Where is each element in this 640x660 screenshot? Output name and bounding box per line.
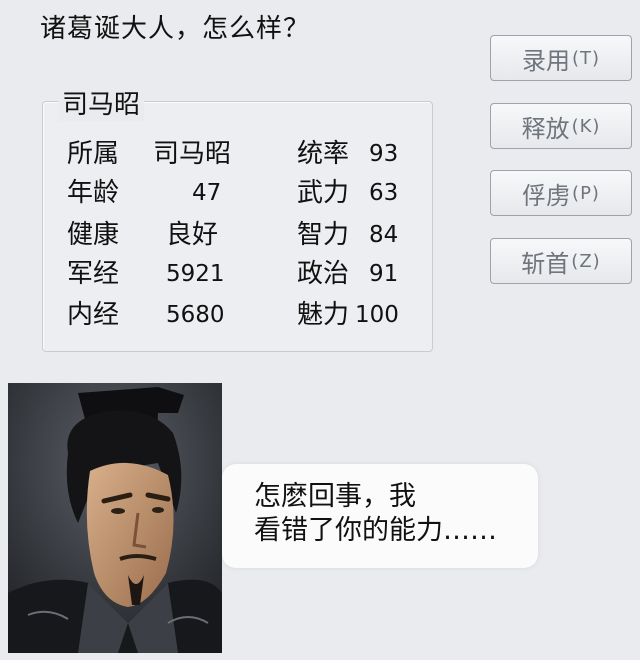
dialog-prompt: 诸葛诞大人，怎么样？: [40, 14, 311, 44]
stat-label-war: 武力: [297, 178, 350, 208]
execute-button[interactable]: 斩首 (Z): [490, 238, 632, 284]
release-hotkey: (K): [571, 115, 601, 137]
execute-hotkey: (Z): [571, 250, 601, 272]
stat-value-affiliation: 司马昭: [153, 139, 232, 169]
recruit-button[interactable]: 录用 (T): [490, 35, 632, 81]
capture-button-label: 俘虏: [522, 181, 571, 210]
stat-value-health: 良好: [166, 220, 219, 250]
stat-value-intelligence: 84: [369, 222, 399, 248]
speech-line-2: 看错了你的能力……: [254, 515, 497, 546]
stat-label-charm: 魅力: [297, 300, 350, 330]
stat-value-politics: 91: [369, 261, 399, 287]
stat-label-military-exp: 军经: [67, 259, 120, 289]
stat-label-intelligence: 智力: [297, 220, 350, 250]
stat-label-health: 健康: [67, 220, 120, 250]
stat-value-domestic-exp: 5680: [166, 302, 225, 328]
release-button[interactable]: 释放 (K): [490, 103, 632, 149]
stat-label-age: 年龄: [67, 178, 120, 208]
officer-name-title: 司马昭: [58, 84, 145, 121]
stat-value-leadership: 93: [369, 141, 399, 167]
recruit-hotkey: (T): [571, 47, 601, 69]
stat-label-affiliation: 所属: [67, 139, 120, 169]
stat-value-war: 63: [369, 180, 399, 206]
execute-button-label: 斩首: [521, 249, 570, 278]
stat-label-leadership: 统率: [297, 139, 350, 169]
capture-hotkey: (P): [572, 182, 600, 204]
stat-label-politics: 政治: [297, 259, 350, 289]
stat-value-charm: 100: [355, 302, 399, 328]
capture-button[interactable]: 俘虏 (P): [490, 170, 632, 216]
portrait-illustration: [8, 383, 222, 653]
stat-value-age: 47: [192, 180, 222, 206]
stat-label-domestic-exp: 内经: [67, 300, 120, 330]
recruit-button-label: 录用: [521, 46, 570, 75]
officer-portrait: [8, 383, 222, 653]
speech-text: 怎麽回事，我 看错了你的能力……: [254, 480, 534, 548]
release-button-label: 释放: [521, 114, 570, 143]
stat-value-military-exp: 5921: [166, 261, 225, 287]
speech-line-1: 怎麽回事，我: [254, 481, 416, 512]
